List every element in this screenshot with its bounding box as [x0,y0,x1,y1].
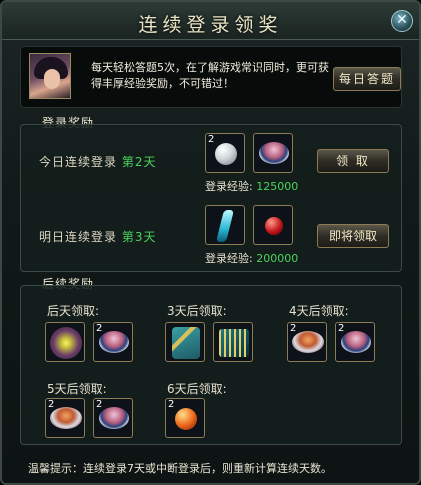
comb-icon [219,329,249,357]
group-label-day6: 6天后领取: [167,382,227,396]
tomorrow-exp: 登录经验: 200000 [205,252,299,265]
tomorrow-reward-slot-1[interactable] [205,205,245,245]
avatar [29,53,71,99]
pink-bowl-icon [99,331,129,353]
tomorrow-reward-slot-2[interactable] [253,205,293,245]
today-day-count: 第2天 [121,155,157,169]
white-pearl-icon [215,143,237,165]
pink-bowl-icon [341,331,371,353]
tomorrow-day-count: 第3天 [121,230,157,244]
group-label-day3: 3天后领取: [167,304,227,318]
tomorrow-label: 明日连续登录 第3天 [39,230,157,244]
scroll-orb-icon [50,327,82,359]
group-label-day2: 后天领取: [47,304,100,318]
cyan-crystal-icon [216,210,234,242]
title-bar: 连续登录领奖 ✕ [2,2,419,40]
later-slot[interactable] [45,322,85,362]
close-icon[interactable]: ✕ [391,10,413,32]
reward-window: 连续登录领奖 ✕ 每天轻松答题5次，在了解游戏常识同时，更可获得丰厚经验奖励，不… [0,0,421,485]
later-reward-panel: 后天领取: 2 3天后领取: 4天后领取: 2 2 5天后领取: 2 2 6天后… [20,285,402,445]
group-label-day4: 4天后领取: [289,304,349,318]
quiz-description: 每天轻松答题5次，在了解游戏常识同时，更可获得丰厚经验奖励，不可错过！ [91,61,329,90]
tip-text: 温馨提示：连续登录7天或中断登录后，则重新计算连续天数。 [28,462,332,475]
daily-quiz-button[interactable]: 每日答题 [333,67,401,91]
pink-bowl-icon [259,142,289,164]
today-label: 今日连续登录 第2天 [39,155,157,169]
branch-icon [172,327,200,359]
upcoming-claim-button: 即将领取 [317,224,389,248]
today-reward-slot-1[interactable]: 2 [205,133,245,173]
login-reward-panel: 今日连续登录 第2天 2 登录经验: 125000 领 取 明日连续登录 第3天… [20,124,402,272]
later-slot[interactable] [165,322,205,362]
later-slot[interactable] [213,322,253,362]
group-label-day5: 5天后领取: [47,382,107,396]
window-title: 连续登录领奖 [138,14,283,36]
orange-bowl-icon [50,407,82,429]
claim-button[interactable]: 领 取 [317,149,389,173]
quiz-banner: 每天轻松答题5次，在了解游戏常识同时，更可获得丰厚经验奖励，不可错过！ 每日答题 [20,46,402,108]
later-slot[interactable]: 2 [45,398,85,438]
later-slot[interactable]: 2 [287,322,327,362]
fire-orb-icon [175,408,197,430]
later-slot[interactable]: 2 [165,398,205,438]
later-slot[interactable]: 2 [335,322,375,362]
later-slot[interactable]: 2 [93,398,133,438]
today-reward-slot-2[interactable] [253,133,293,173]
pink-bowl-icon [99,407,129,429]
later-slot[interactable]: 2 [93,322,133,362]
orange-bowl-icon [292,331,324,353]
today-exp: 登录经验: 125000 [205,180,299,193]
red-gem-icon [265,217,283,235]
